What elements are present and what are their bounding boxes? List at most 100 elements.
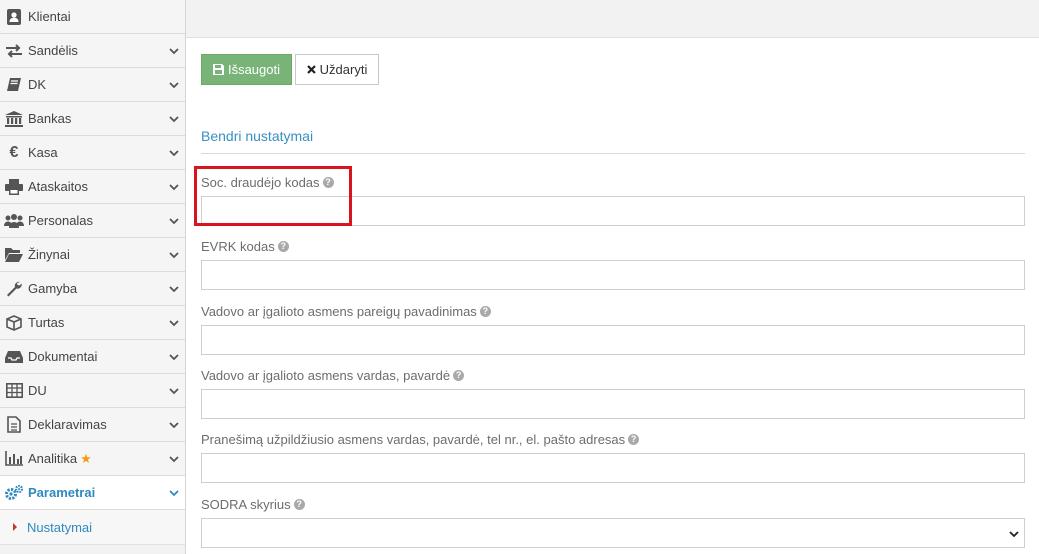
document-icon — [4, 416, 24, 434]
sidebar-item-ataskaitos[interactable]: Ataskaitos — [0, 170, 185, 204]
chevron-down-icon — [169, 422, 179, 429]
euro-icon: € — [9, 143, 19, 161]
sidebar-item-deklaravimas[interactable]: Deklaravimas — [0, 408, 185, 442]
sidebar-item-parametrai[interactable]: Parametrai — [0, 476, 185, 510]
help-icon[interactable]: ? — [628, 433, 640, 445]
floppy-disk-icon — [212, 64, 224, 75]
help-icon[interactable]: ? — [453, 369, 465, 381]
chevron-down-icon — [169, 116, 179, 123]
field-label: Vadovo ar įgalioto asmens vardas, pavard… — [201, 367, 1025, 383]
wrench-icon — [4, 280, 24, 298]
soc-draudejo-kodas-field: Soc. draudėjo kodas ? — [201, 174, 1025, 226]
chevron-down-icon — [169, 150, 179, 157]
soc-draudejo-kodas-input[interactable] — [201, 196, 1025, 226]
sidebar-subitem-label: Nustatymai — [27, 519, 93, 535]
caret-right-icon — [13, 523, 17, 531]
contact-icon — [4, 8, 24, 26]
sidebar-item-personalas[interactable]: Personalas — [0, 204, 185, 238]
help-icon[interactable]: ? — [293, 498, 305, 510]
table-icon — [4, 382, 24, 400]
sidebar-item-label: Sandėlis — [28, 43, 78, 58]
help-icon[interactable]: ? — [479, 305, 491, 317]
sidebar-item-label: Personalas — [28, 213, 94, 228]
evrk-kodas-field: EVRK kodas ? — [201, 238, 1025, 290]
star-icon: ★ — [80, 450, 92, 466]
vadovo-pareigos-input[interactable] — [201, 325, 1025, 355]
vadovo-vardas-field: Vadovo ar įgalioto asmens vardas, pavard… — [201, 367, 1025, 419]
sidebar-item-sandelis[interactable]: Sandėlis — [0, 34, 185, 68]
sodra-skyrius-select[interactable] — [201, 518, 1025, 548]
field-label-text: Vadovo ar įgalioto asmens vardas, pavard… — [201, 367, 451, 383]
field-label: Pranešimą užpildžiusio asmens vardas, pa… — [201, 431, 1025, 447]
sidebar-item-analitika[interactable]: Analitika ★ — [0, 442, 185, 476]
sidebar-subitem-nustatymai[interactable]: Nustatymai — [0, 510, 185, 545]
chevron-down-icon — [169, 490, 179, 497]
chevron-down-icon — [169, 252, 179, 259]
sidebar-item-label: Klientai — [28, 9, 71, 24]
sidebar-item-turtas[interactable]: Turtas — [0, 306, 185, 340]
transfer-arrows-icon — [4, 42, 24, 60]
save-button-label: Išsaugoti — [227, 62, 281, 77]
toolbar: Išsaugoti Uždaryti — [201, 54, 379, 85]
sidebar-item-label: Parametrai — [28, 485, 96, 500]
field-label: SODRA skyrius ? — [201, 496, 1025, 512]
close-icon — [306, 65, 316, 74]
close-button-label: Uždaryti — [319, 62, 368, 77]
field-label: Soc. draudėjo kodas ? — [201, 174, 1025, 190]
save-button[interactable]: Išsaugoti — [201, 54, 292, 85]
field-label: Vadovo ar įgalioto asmens pareigų pavadi… — [201, 303, 1025, 319]
sidebar-item-label: DU — [28, 383, 47, 398]
chevron-down-icon — [169, 82, 179, 89]
folder-open-icon — [4, 246, 24, 264]
chevron-down-icon — [169, 388, 179, 395]
evrk-kodas-input[interactable] — [201, 260, 1025, 290]
field-label-text: Soc. draudėjo kodas — [201, 174, 320, 190]
field-label-text: Vadovo ar įgalioto asmens pareigų pavadi… — [201, 303, 477, 319]
gears-icon — [4, 484, 24, 502]
section-divider — [201, 153, 1025, 154]
chevron-down-icon — [1009, 531, 1019, 538]
section-title: Bendri nustatymai — [201, 128, 314, 144]
printer-icon — [4, 178, 24, 196]
chevron-down-icon — [169, 320, 179, 327]
chevron-down-icon — [169, 48, 179, 55]
sidebar-item-du[interactable]: DU — [0, 374, 185, 408]
sidebar-item-label: Kasa — [28, 145, 58, 160]
pranesima-uzpildziusio-field: Pranešimą užpildžiusio asmens vardas, pa… — [201, 431, 1025, 483]
sidebar-item-label: Ataskaitos — [28, 179, 88, 194]
bar-chart-icon — [4, 450, 24, 468]
inbox-icon — [4, 348, 24, 366]
sidebar-item-label: Bankas — [28, 111, 72, 126]
book-icon — [4, 76, 24, 94]
sidebar-item-gamyba[interactable]: Gamyba — [0, 272, 185, 306]
pranesima-uzpildziusio-input[interactable] — [201, 453, 1025, 483]
chevron-down-icon — [169, 184, 179, 191]
sidebar-item-label: Dokumentai — [28, 349, 98, 364]
sodra-skyrius-field: SODRA skyrius ? — [201, 496, 1025, 548]
sidebar-item-dk[interactable]: DK — [0, 68, 185, 102]
sidebar-item-klientai[interactable]: Klientai — [0, 0, 185, 34]
help-icon[interactable]: ? — [277, 240, 289, 252]
main-content: Išsaugoti Uždaryti Bendri nustatymai Soc… — [186, 38, 1039, 554]
sidebar-item-label: Gamyba — [28, 281, 78, 296]
chevron-down-icon — [169, 286, 179, 293]
vadovo-vardas-input[interactable] — [201, 389, 1025, 419]
sidebar-item-dokumentai[interactable]: Dokumentai — [0, 340, 185, 374]
chevron-down-icon — [169, 354, 179, 361]
cube-icon — [4, 314, 24, 332]
top-bar — [186, 0, 1039, 38]
chevron-down-icon — [169, 456, 179, 463]
field-label-text: EVRK kodas — [201, 238, 275, 254]
sidebar-item-label: Analitika — [28, 451, 78, 466]
sidebar-item-kasa[interactable]: € Kasa — [0, 136, 185, 170]
sidebar-item-label: Turtas — [28, 315, 65, 330]
sidebar: Klientai Sandėlis DK Bankas € Kasa Atask… — [0, 0, 186, 554]
sidebar-item-label: DK — [28, 77, 47, 92]
sidebar-item-label: Deklaravimas — [28, 417, 107, 432]
bank-icon — [4, 110, 24, 128]
field-label-text: Pranešimą užpildžiusio asmens vardas, pa… — [201, 431, 626, 447]
sidebar-item-bankas[interactable]: Bankas — [0, 102, 185, 136]
sidebar-item-zinynai[interactable]: Žinynai — [0, 238, 185, 272]
close-button[interactable]: Uždaryti — [295, 54, 379, 85]
help-icon[interactable]: ? — [322, 176, 334, 188]
